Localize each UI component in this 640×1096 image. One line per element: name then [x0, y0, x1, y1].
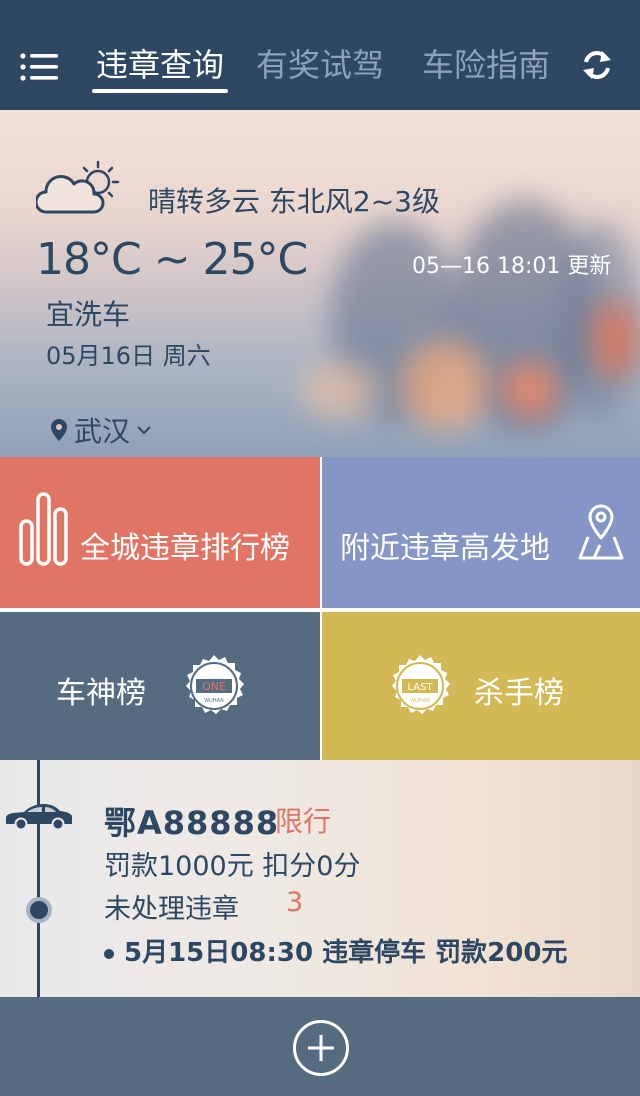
- car-wash-advice: 宜洗车: [46, 298, 131, 331]
- bar-chart-icon: [19, 492, 68, 566]
- tile-label: 车神榜: [56, 676, 146, 711]
- update-time: 05—16 18:01 更新: [412, 254, 612, 279]
- current-date: 05月16日 周六: [46, 342, 211, 370]
- license-plate: 鄂A88888: [104, 804, 280, 842]
- city-light-decoration: [300, 360, 380, 420]
- weather-condition: 晴转多云 东北风2~3级: [148, 185, 440, 218]
- city-light-decoration: [500, 360, 560, 420]
- badge-subtext: WUHAN: [410, 698, 430, 704]
- top-nav-bar: 违章查询 有奖试驾 车险指南: [0, 0, 640, 110]
- add-vehicle-icon[interactable]: [292, 1019, 350, 1077]
- badge-text: LAST: [407, 682, 433, 693]
- partly-cloudy-icon: [36, 160, 120, 214]
- menu-icon[interactable]: [20, 52, 58, 82]
- timeline-line: [37, 760, 40, 997]
- location-pin-icon: [51, 419, 67, 441]
- badge-text: ONE: [202, 680, 226, 693]
- map-pin-icon: [578, 504, 624, 560]
- tab-insurance-guide[interactable]: 车险指南: [422, 40, 550, 90]
- pending-violations-label: 未处理违章: [104, 894, 239, 925]
- city-name: 武汉: [74, 415, 131, 448]
- tile-label: 附近违章高发地: [340, 531, 550, 566]
- top-drivers-tile[interactable]: 车神榜 ONE WUHAN: [0, 612, 320, 760]
- timeline-dot: [26, 897, 52, 923]
- bullet-icon: [104, 948, 114, 959]
- vehicle-violation-card[interactable]: 鄂A88888 限行 罚款1000元 扣分0分 未处理违章 3 5月15日08:…: [0, 760, 640, 997]
- violation-detail: 5月15日08:30 违章停车 罚款200元: [124, 938, 568, 968]
- city-light-decoration: [590, 300, 640, 380]
- fine-summary: 罚款1000元 扣分0分: [104, 851, 361, 882]
- nearby-violation-hotspots-tile[interactable]: 附近违章高发地: [322, 457, 640, 608]
- tab-test-drive[interactable]: 有奖试驾: [256, 40, 384, 90]
- chevron-down-icon: [137, 426, 151, 435]
- one-wuhan-badge-icon: ONE WUHAN: [186, 655, 244, 714]
- restriction-badge: 限行: [275, 805, 332, 838]
- tab-violation-query[interactable]: 违章查询: [91, 40, 229, 93]
- city-violation-ranking-tile[interactable]: 全城违章排行榜: [0, 457, 320, 608]
- sync-icon[interactable]: [580, 48, 614, 82]
- tile-label: 杀手榜: [474, 676, 564, 711]
- badge-subtext: WUHAN: [204, 698, 224, 704]
- bottom-bar: [0, 997, 640, 1096]
- pending-violations-count: 3: [286, 887, 304, 918]
- last-wuhan-badge-icon: LAST WUHAN: [392, 655, 450, 714]
- tile-label: 全城违章排行榜: [80, 531, 290, 566]
- city-selector[interactable]: 武汉: [50, 410, 152, 450]
- temperature-range: 18°C ~ 25°C: [36, 234, 308, 285]
- violation-record: 5月15日08:30 违章停车 罚款200元: [104, 932, 567, 969]
- killer-list-tile[interactable]: LAST WUHAN 杀手榜: [322, 612, 640, 760]
- city-light-decoration: [400, 340, 490, 430]
- weather-panel: 晴转多云 东北风2~3级 18°C ~ 25°C 05—16 18:01 更新 …: [0, 110, 640, 457]
- car-icon: [6, 804, 72, 831]
